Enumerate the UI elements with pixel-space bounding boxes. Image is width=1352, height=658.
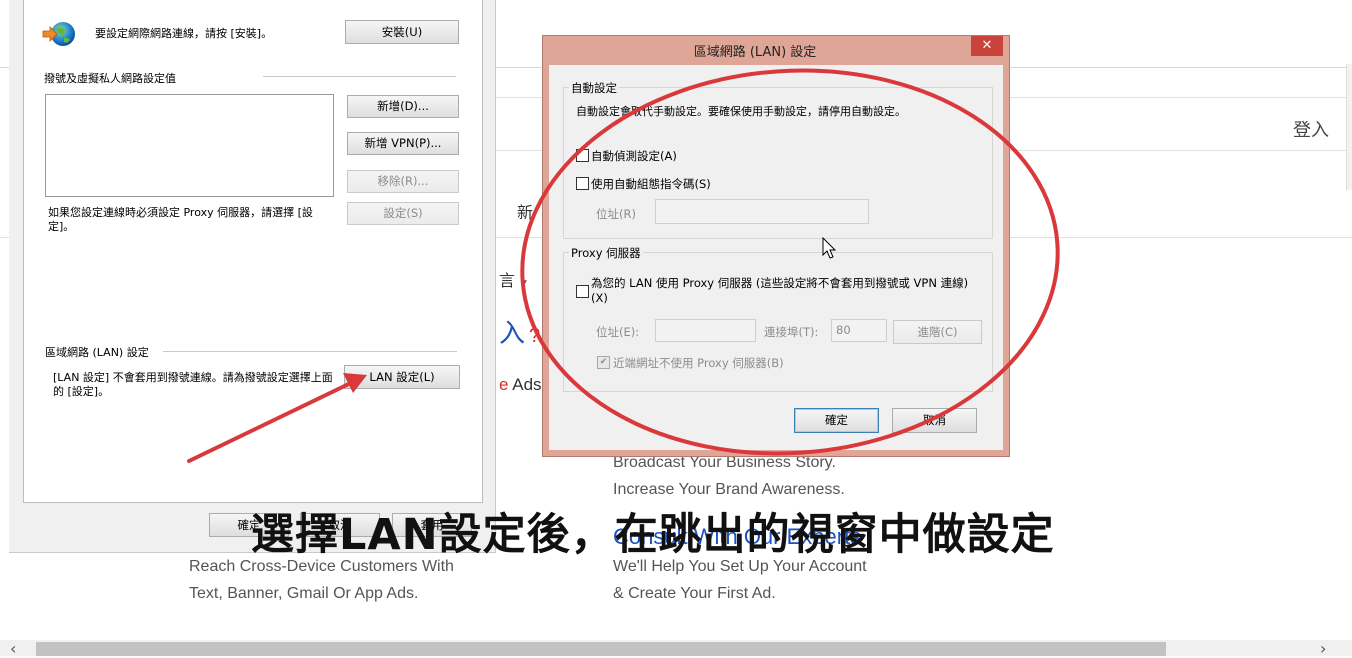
use-proxy-label[interactable]: 為您的 LAN 使用 Proxy 伺服器 (這些設定將不會套用到撥號或 VPN … bbox=[591, 276, 971, 306]
proxy-address-field[interactable] bbox=[655, 319, 756, 342]
connections-listbox[interactable] bbox=[45, 94, 334, 197]
proxy-address-label: 位址(E): bbox=[596, 325, 640, 339]
dialup-vpn-heading: 撥號及虛擬私人網路設定值 bbox=[44, 72, 176, 85]
script-address-label: 位址(R) bbox=[596, 207, 636, 221]
lan-cancel-button[interactable]: 取消 bbox=[892, 408, 977, 433]
feature-column-1: Broadcast Your Business Story. Increase … bbox=[613, 449, 845, 503]
feature-line: & Create Your First Ad. bbox=[613, 585, 776, 602]
tutorial-caption: 選擇LAN設定後，在跳出的視窗中做設定 bbox=[251, 510, 1055, 560]
lan-ok-button[interactable]: 確定 bbox=[794, 408, 879, 433]
proxy-port-label: 連接埠(T): bbox=[764, 325, 819, 339]
language-label: 言 bbox=[499, 273, 516, 290]
mouse-cursor-icon bbox=[822, 237, 837, 259]
section-divider bbox=[263, 76, 456, 77]
auto-config-description: 自動設定會取代手動設定。要確保使用手動設定，請停用自動設定。 bbox=[576, 105, 906, 118]
feature-line: Increase Your Brand Awareness. bbox=[613, 481, 845, 498]
close-icon[interactable]: ✕ bbox=[971, 36, 1003, 56]
language-selector[interactable]: 言 ▼ bbox=[499, 267, 529, 291]
lan-settings-heading: 區域網路 (LAN) 設定 bbox=[45, 346, 149, 359]
install-button[interactable]: 安裝(U) bbox=[345, 20, 459, 44]
auto-config-script-checkbox[interactable] bbox=[576, 177, 589, 190]
auto-config-legend: 自動設定 bbox=[569, 80, 619, 96]
signin-fragment: 入 bbox=[499, 318, 526, 348]
proxy-server-legend: Proxy 伺服器 bbox=[569, 245, 643, 261]
remove-connection-button[interactable]: 移除(R)... bbox=[347, 170, 459, 193]
feature-line: Text, Banner, Gmail Or App Ads. bbox=[189, 585, 419, 602]
bypass-local-label[interactable]: 近端網址不使用 Proxy 伺服器(B) bbox=[613, 355, 784, 371]
advanced-button[interactable]: 進階(C) bbox=[893, 320, 982, 344]
caret-down-icon: ▼ bbox=[519, 278, 529, 289]
scroll-right-icon[interactable]: › bbox=[1320, 639, 1326, 658]
bypass-local-checkbox[interactable]: ✔ bbox=[597, 356, 610, 369]
setup-instructions: 要設定網際網路連線，請按 [安裝]。 bbox=[95, 27, 273, 40]
network-globe-icon bbox=[42, 22, 75, 46]
auto-detect-checkbox[interactable] bbox=[576, 149, 589, 162]
script-address-field[interactable] bbox=[655, 199, 869, 224]
lan-settings-button[interactable]: LAN 設定(L) bbox=[344, 365, 460, 389]
nav-fragment[interactable]: 新 bbox=[517, 199, 533, 223]
use-proxy-checkbox[interactable] bbox=[576, 285, 589, 298]
add-vpn-button[interactable]: 新增 VPN(P)... bbox=[347, 132, 459, 155]
ads-heading: e Ads bbox=[499, 375, 542, 395]
scrollbar-thumb[interactable] bbox=[36, 642, 1166, 656]
dialog-title: 區域網路 (LAN) 設定 bbox=[693, 45, 817, 60]
signin-heading: 入? bbox=[499, 313, 540, 350]
scroll-left-icon[interactable]: ‹ bbox=[10, 639, 16, 658]
ads-text: Ads bbox=[508, 375, 542, 394]
proxy-port-field[interactable]: 80 bbox=[831, 319, 887, 342]
help-icon[interactable]: ? bbox=[529, 325, 540, 347]
side-scrollbar[interactable] bbox=[1346, 64, 1352, 190]
auto-config-script-label[interactable]: 使用自動組態指令碼(S) bbox=[591, 176, 711, 192]
login-link[interactable]: 登入 bbox=[1293, 116, 1329, 142]
connection-settings-button[interactable]: 設定(S) bbox=[347, 202, 459, 225]
add-connection-button[interactable]: 新增(D)... bbox=[347, 95, 459, 118]
proxy-note: 如果您設定連線時必須設定 Proxy 伺服器，請選擇 [設定]。 bbox=[48, 206, 313, 233]
lan-settings-note: [LAN 設定] 不會套用到撥號連線。請為撥號設定選擇上面的 [設定]。 bbox=[53, 371, 333, 398]
section-divider bbox=[163, 351, 457, 352]
auto-detect-label[interactable]: 自動偵測設定(A) bbox=[591, 148, 677, 164]
